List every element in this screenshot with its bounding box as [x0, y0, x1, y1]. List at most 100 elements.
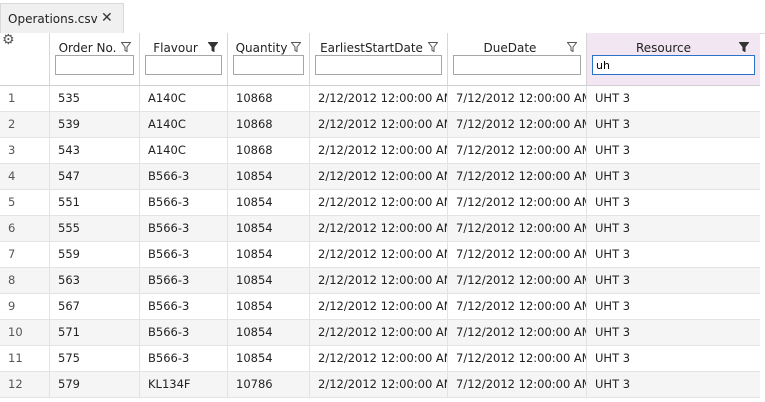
order-no-cell[interactable]: 567 — [50, 294, 140, 319]
quantity-cell[interactable]: 10854 — [228, 346, 310, 371]
table-row[interactable]: 12 579 KL134F 10786 2/12/2012 12:00:00 AM 7/1… — [0, 372, 760, 398]
close-icon[interactable]: ✕ — [101, 10, 113, 26]
order-no-cell[interactable]: 575 — [50, 346, 140, 371]
column-header-resource[interactable]: Resource — [587, 33, 760, 85]
quantity-cell[interactable]: 10786 — [228, 372, 310, 397]
resource-cell[interactable]: UHT 3 — [587, 138, 760, 163]
due-date-cell[interactable]: 7/12/2012 12:00:00 AM — [448, 86, 587, 111]
earliest-start-date-cell[interactable]: 2/12/2012 12:00:00 AM — [310, 242, 448, 267]
due-date-cell[interactable]: 7/12/2012 12:00:00 AM — [448, 164, 587, 189]
resource-cell[interactable]: UHT 3 — [587, 294, 760, 319]
filter-icon[interactable] — [428, 42, 438, 52]
flavour-cell[interactable]: A140C — [140, 86, 228, 111]
column-header-order-no[interactable]: Order No. — [50, 33, 140, 85]
filter-active-icon[interactable] — [739, 42, 749, 52]
quantity-cell[interactable]: 10868 — [228, 86, 310, 111]
column-header-earliest-start-date[interactable]: EarliestStartDate — [310, 33, 448, 85]
flavour-cell[interactable]: A140C — [140, 112, 228, 137]
resource-cell[interactable]: UHT 3 — [587, 320, 760, 345]
quantity-cell[interactable]: 10854 — [228, 242, 310, 267]
quantity-cell[interactable]: 10854 — [228, 216, 310, 241]
due-date-cell[interactable]: 7/12/2012 12:00:00 AM — [448, 346, 587, 371]
order-no-cell[interactable]: 563 — [50, 268, 140, 293]
filter-active-icon[interactable] — [208, 42, 218, 52]
earliest-start-date-cell[interactable]: 2/12/2012 12:00:00 AM — [310, 268, 448, 293]
earliest-start-date-cell[interactable]: 2/12/2012 12:00:00 AM — [310, 86, 448, 111]
earliest-start-date-cell[interactable]: 2/12/2012 12:00:00 AM — [310, 320, 448, 345]
column-header-flavour[interactable]: Flavour — [140, 33, 228, 85]
resource-cell[interactable]: UHT 3 — [587, 216, 760, 241]
flavour-cell[interactable]: B566-3 — [140, 242, 228, 267]
order-no-cell[interactable]: 547 — [50, 164, 140, 189]
flavour-cell[interactable]: B566-3 — [140, 320, 228, 345]
due-date-cell[interactable]: 7/12/2012 12:00:00 AM — [448, 294, 587, 319]
quantity-cell[interactable]: 10854 — [228, 294, 310, 319]
filter-icon[interactable] — [121, 42, 131, 52]
order-no-cell[interactable]: 551 — [50, 190, 140, 215]
filter-input-earliest-start-date[interactable] — [315, 55, 442, 75]
filter-input-resource[interactable] — [592, 55, 755, 75]
due-date-cell[interactable]: 7/12/2012 12:00:00 AM — [448, 242, 587, 267]
tab-operations-csv[interactable]: Operations.csv ✕ — [0, 3, 124, 33]
order-no-cell[interactable]: 559 — [50, 242, 140, 267]
flavour-cell[interactable]: B566-3 — [140, 346, 228, 371]
due-date-cell[interactable]: 7/12/2012 12:00:00 AM — [448, 268, 587, 293]
gear-icon[interactable]: ⚙ — [2, 32, 15, 48]
earliest-start-date-cell[interactable]: 2/12/2012 12:00:00 AM — [310, 372, 448, 397]
quantity-cell[interactable]: 10854 — [228, 268, 310, 293]
table-row[interactable]: 11 575 B566-3 10854 2/12/2012 12:00:00 AM 7/1… — [0, 346, 760, 372]
table-row[interactable]: 10 571 B566-3 10854 2/12/2012 12:00:00 AM 7/1… — [0, 320, 760, 346]
due-date-cell[interactable]: 7/12/2012 12:00:00 AM — [448, 372, 587, 397]
earliest-start-date-cell[interactable]: 2/12/2012 12:00:00 AM — [310, 112, 448, 137]
resource-cell[interactable]: UHT 3 — [587, 164, 760, 189]
flavour-cell[interactable]: B566-3 — [140, 164, 228, 189]
resource-cell[interactable]: UHT 3 — [587, 372, 760, 397]
quantity-cell[interactable]: 10854 — [228, 164, 310, 189]
flavour-cell[interactable]: B566-3 — [140, 190, 228, 215]
due-date-cell[interactable]: 7/12/2012 12:00:00 AM — [448, 112, 587, 137]
order-no-cell[interactable]: 539 — [50, 112, 140, 137]
filter-input-flavour[interactable] — [145, 55, 222, 75]
due-date-cell[interactable]: 7/12/2012 12:00:00 AM — [448, 190, 587, 215]
table-row[interactable]: 5 551 B566-3 10854 2/12/2012 12:00:00 AM 7/12… — [0, 190, 760, 216]
table-row[interactable]: 1 535 A140C 10868 2/12/2012 12:00:00 AM 7/12/… — [0, 86, 760, 112]
quantity-cell[interactable]: 10854 — [228, 190, 310, 215]
flavour-cell[interactable]: KL134F — [140, 372, 228, 397]
order-no-cell[interactable]: 555 — [50, 216, 140, 241]
earliest-start-date-cell[interactable]: 2/12/2012 12:00:00 AM — [310, 138, 448, 163]
column-header-due-date[interactable]: DueDate — [448, 33, 587, 85]
order-no-cell[interactable]: 579 — [50, 372, 140, 397]
resource-cell[interactable]: UHT 3 — [587, 86, 760, 111]
table-row[interactable]: 3 543 A140C 10868 2/12/2012 12:00:00 AM 7/12/… — [0, 138, 760, 164]
resource-cell[interactable]: UHT 3 — [587, 190, 760, 215]
resource-cell[interactable]: UHT 3 — [587, 268, 760, 293]
table-row[interactable]: 9 567 B566-3 10854 2/12/2012 12:00:00 AM 7/12… — [0, 294, 760, 320]
quantity-cell[interactable]: 10854 — [228, 320, 310, 345]
order-no-cell[interactable]: 535 — [50, 86, 140, 111]
earliest-start-date-cell[interactable]: 2/12/2012 12:00:00 AM — [310, 164, 448, 189]
earliest-start-date-cell[interactable]: 2/12/2012 12:00:00 AM — [310, 346, 448, 371]
column-header-quantity[interactable]: Quantity — [228, 33, 310, 85]
earliest-start-date-cell[interactable]: 2/12/2012 12:00:00 AM — [310, 190, 448, 215]
order-no-cell[interactable]: 571 — [50, 320, 140, 345]
resource-cell[interactable]: UHT 3 — [587, 346, 760, 371]
due-date-cell[interactable]: 7/12/2012 12:00:00 AM — [448, 320, 587, 345]
filter-icon[interactable] — [567, 42, 577, 52]
earliest-start-date-cell[interactable]: 2/12/2012 12:00:00 AM — [310, 294, 448, 319]
resource-cell[interactable]: UHT 3 — [587, 112, 760, 137]
table-row[interactable]: 2 539 A140C 10868 2/12/2012 12:00:00 AM 7/12/… — [0, 112, 760, 138]
filter-icon[interactable] — [291, 42, 301, 52]
order-no-cell[interactable]: 543 — [50, 138, 140, 163]
quantity-cell[interactable]: 10868 — [228, 112, 310, 137]
filter-input-order-no[interactable] — [55, 55, 134, 75]
filter-input-due-date[interactable] — [453, 55, 581, 75]
flavour-cell[interactable]: A140C — [140, 138, 228, 163]
table-row[interactable]: 4 547 B566-3 10854 2/12/2012 12:00:00 AM 7/12… — [0, 164, 760, 190]
flavour-cell[interactable]: B566-3 — [140, 216, 228, 241]
due-date-cell[interactable]: 7/12/2012 12:00:00 AM — [448, 216, 587, 241]
earliest-start-date-cell[interactable]: 2/12/2012 12:00:00 AM — [310, 216, 448, 241]
table-row[interactable]: 7 559 B566-3 10854 2/12/2012 12:00:00 AM 7/12… — [0, 242, 760, 268]
table-row[interactable]: 8 563 B566-3 10854 2/12/2012 12:00:00 AM 7/12… — [0, 268, 760, 294]
resource-cell[interactable]: UHT 3 — [587, 242, 760, 267]
filter-input-quantity[interactable] — [233, 55, 304, 75]
